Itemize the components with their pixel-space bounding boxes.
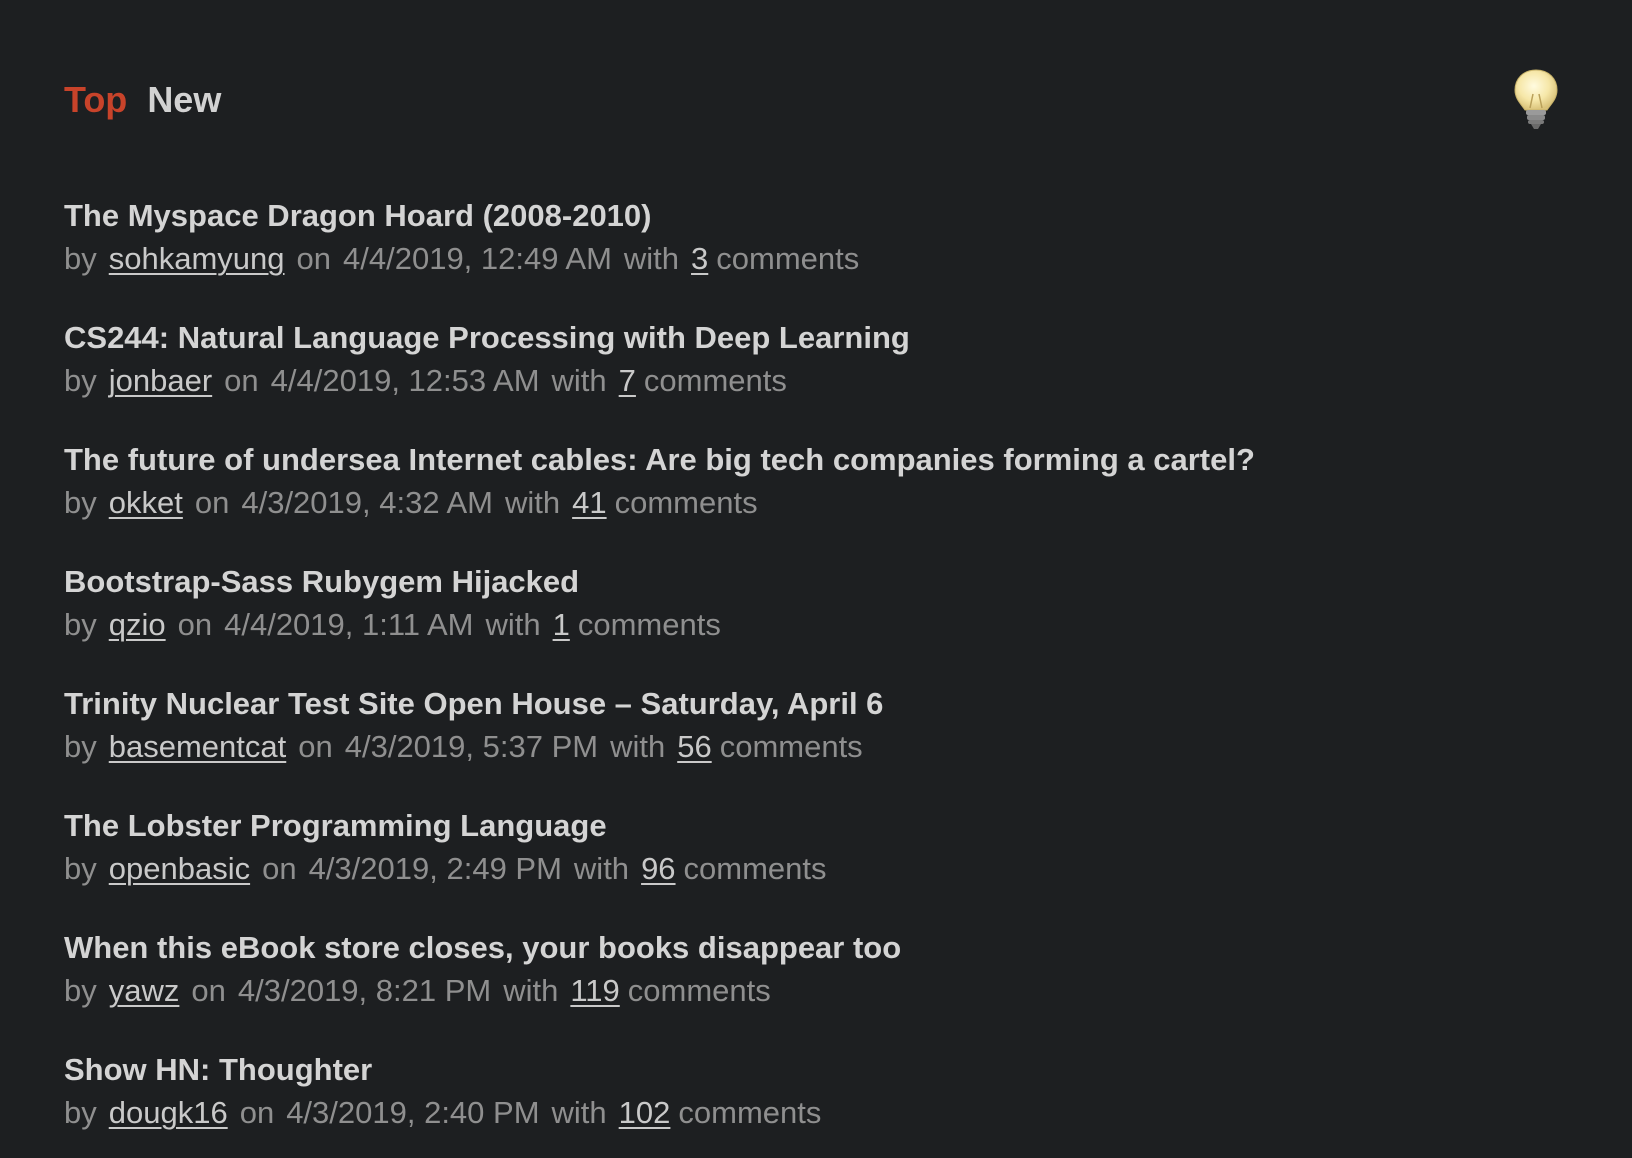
comment-count-link[interactable]: 96	[641, 851, 675, 886]
story-meta: by basementcat on 4/3/2019, 5:37 PM with 56 co…	[64, 725, 1584, 769]
story-item: The future of undersea Internet cables: …	[64, 439, 1584, 561]
on-label: on	[296, 241, 332, 276]
comments-label: comments	[614, 485, 758, 520]
with-label: with	[551, 363, 607, 398]
with-label: with	[551, 1095, 607, 1130]
story-meta: by openbasic on 4/3/2019, 2:49 PM with 96 comm…	[64, 847, 1584, 891]
story-title[interactable]: Show HN: Thoughter	[64, 1049, 1584, 1091]
with-label: with	[485, 607, 541, 642]
on-label: on	[224, 363, 259, 398]
story-title[interactable]: The future of undersea Internet cables: …	[64, 439, 1584, 481]
story-item: Show HN: Thoughter by dougk16 on 4/3/2019, …	[64, 1049, 1584, 1158]
comments-label: comments	[643, 363, 787, 398]
feed-tabs: Top New	[64, 82, 221, 118]
comments-label: comments	[678, 1095, 822, 1130]
story-author-link[interactable]: okket	[109, 485, 183, 520]
story-item: The Lobster Programming Language by openb…	[64, 805, 1584, 927]
lightbulb-icon[interactable]	[1512, 68, 1560, 132]
story-meta: by jonbaer on 4/4/2019, 12:53 AM with 7 commen…	[64, 359, 1584, 403]
on-label: on	[262, 851, 297, 886]
story-date: 4/4/2019, 12:53 AM	[270, 363, 540, 398]
story-date: 4/3/2019, 2:40 PM	[286, 1095, 540, 1130]
story-title[interactable]: Trinity Nuclear Test Site Open House – S…	[64, 683, 1584, 725]
by-label: by	[64, 607, 97, 642]
story-meta: by dougk16 on 4/3/2019, 2:40 PM with 102 comme…	[64, 1091, 1584, 1135]
story-title[interactable]: CS244: Natural Language Processing with …	[64, 317, 1584, 359]
with-label: with	[573, 851, 630, 886]
story-author-link[interactable]: qzio	[109, 607, 166, 642]
story-date: 4/4/2019, 1:11 AM	[224, 607, 474, 642]
comments-label: comments	[716, 241, 860, 276]
story-item: CS244: Natural Language Processing with …	[64, 317, 1584, 439]
with-label: with	[610, 729, 666, 764]
by-label: by	[64, 973, 97, 1008]
story-title[interactable]: When this eBook store closes, your books…	[64, 927, 1584, 969]
on-label: on	[194, 485, 230, 520]
on-label: on	[177, 607, 213, 642]
story-meta: by sohkamyung on 4/4/2019, 12:49 AM with 3 com…	[64, 237, 1584, 281]
story-author-link[interactable]: jonbaer	[109, 363, 212, 398]
story-author-link[interactable]: dougk16	[109, 1095, 228, 1130]
story-meta: by okket on 4/3/2019, 4:32 AM with 41 comments	[64, 481, 1584, 525]
story-meta: by qzio on 4/4/2019, 1:11 AM with 1 comments	[64, 603, 1584, 647]
comment-count-link[interactable]: 102	[619, 1095, 671, 1130]
comment-count-link[interactable]: 1	[553, 607, 570, 642]
by-label: by	[64, 241, 97, 276]
comment-count-link[interactable]: 56	[677, 729, 711, 764]
comment-count-link[interactable]: 3	[691, 241, 708, 276]
story-list: The Myspace Dragon Hoard (2008-2010) by s…	[64, 195, 1584, 1158]
on-label: on	[298, 729, 333, 764]
comments-label: comments	[577, 607, 721, 642]
with-label: with	[504, 485, 561, 520]
story-item: The Myspace Dragon Hoard (2008-2010) by s…	[64, 195, 1584, 317]
story-title[interactable]: The Lobster Programming Language	[64, 805, 1584, 847]
comments-label: comments	[627, 973, 771, 1008]
story-title[interactable]: The Myspace Dragon Hoard (2008-2010)	[64, 195, 1584, 237]
tab-top[interactable]: Top	[64, 82, 127, 118]
story-author-link[interactable]: sohkamyung	[109, 241, 285, 276]
by-label: by	[64, 729, 97, 764]
tab-new[interactable]: New	[147, 82, 221, 118]
story-date: 4/3/2019, 2:49 PM	[308, 851, 562, 886]
with-label: with	[503, 973, 559, 1008]
with-label: with	[623, 241, 680, 276]
comments-label: comments	[683, 851, 827, 886]
story-date: 4/3/2019, 8:21 PM	[237, 973, 492, 1008]
by-label: by	[64, 485, 97, 520]
by-label: by	[64, 363, 97, 398]
story-author-link[interactable]: basementcat	[109, 729, 287, 764]
comment-count-link[interactable]: 7	[619, 363, 636, 398]
story-date: 4/3/2019, 4:32 AM	[241, 485, 493, 520]
comment-count-link[interactable]: 41	[572, 485, 606, 520]
story-title[interactable]: Bootstrap-Sass Rubygem Hijacked	[64, 561, 1584, 603]
story-author-link[interactable]: yawz	[109, 973, 180, 1008]
story-item: Bootstrap-Sass Rubygem Hijacked by qzio on…	[64, 561, 1584, 683]
on-label: on	[191, 973, 226, 1008]
by-label: by	[64, 851, 97, 886]
story-author-link[interactable]: openbasic	[109, 851, 250, 886]
story-item: When this eBook store closes, your books…	[64, 927, 1584, 1049]
comments-label: comments	[719, 729, 863, 764]
comment-count-link[interactable]: 119	[570, 973, 619, 1008]
story-date: 4/4/2019, 12:49 AM	[343, 241, 612, 276]
story-date: 4/3/2019, 5:37 PM	[344, 729, 599, 764]
by-label: by	[64, 1095, 97, 1130]
on-label: on	[239, 1095, 275, 1130]
story-meta: by yawz on 4/3/2019, 8:21 PM with 119 comments	[64, 969, 1584, 1013]
story-item: Trinity Nuclear Test Site Open House – S…	[64, 683, 1584, 805]
